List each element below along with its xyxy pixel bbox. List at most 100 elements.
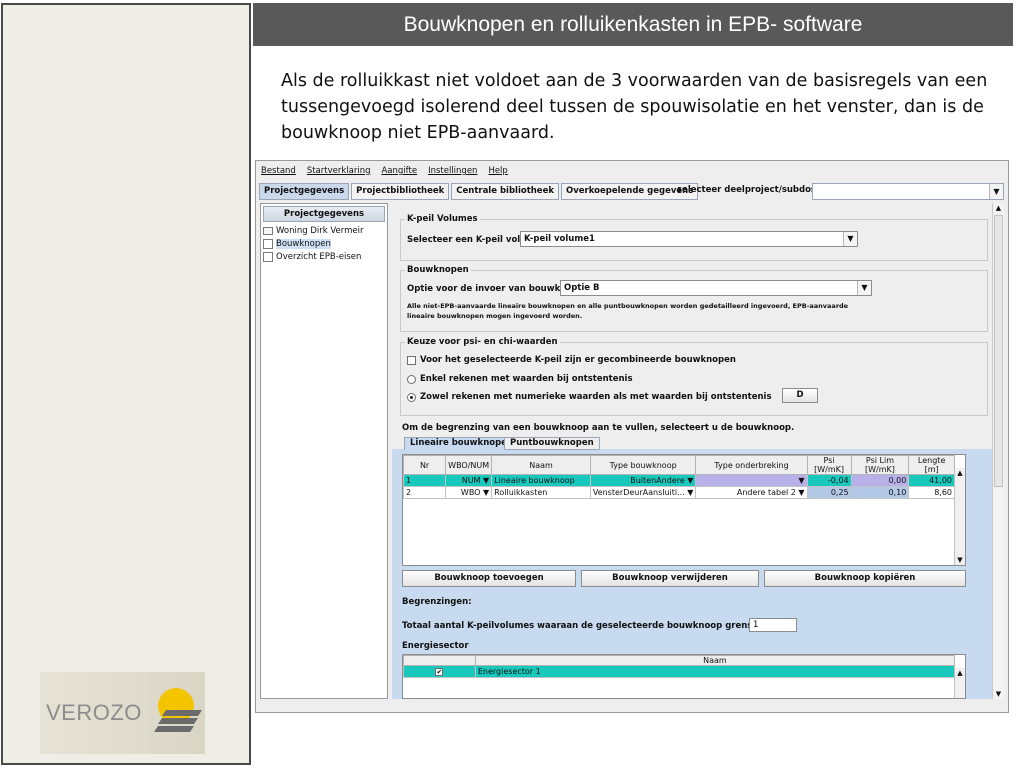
- radio-enkel-row[interactable]: Enkel rekenen met waarden bij ontstenten…: [407, 374, 633, 384]
- cell-wbo-num[interactable]: WBO ▼: [445, 486, 493, 499]
- chevron-down-icon[interactable]: ▼: [798, 476, 804, 485]
- energie-header-row: Naam: [403, 655, 956, 666]
- scroll-down-icon[interactable]: ▼: [993, 689, 1004, 699]
- radio-enkel-label: Enkel rekenen met waarden bij ontstenten…: [420, 374, 633, 384]
- tree-item-woning[interactable]: Woning Dirk Vermeir: [261, 224, 387, 237]
- col-naam[interactable]: Naam: [491, 455, 591, 475]
- bouwknopen-group: Bouwknopen Optie voor de invoer van bouw…: [400, 265, 988, 332]
- radio-enkel[interactable]: [407, 374, 416, 384]
- gecombineerd-checkbox-row[interactable]: Voor het geselecteerde K-peil zijn er ge…: [407, 355, 736, 365]
- chevron-down-icon[interactable]: ▼: [857, 281, 871, 295]
- col-check: [403, 655, 476, 666]
- cell-check[interactable]: ✔: [403, 665, 476, 678]
- cell-wbo-num[interactable]: NUM ▼: [445, 474, 493, 487]
- cell-naam[interactable]: Lineaire bouwknoop: [491, 474, 591, 487]
- cell-naam[interactable]: Rolluikkasten: [491, 486, 591, 499]
- tree-item-label: Woning Dirk Vermeir: [276, 225, 364, 236]
- cell-type-bouwknoop[interactable]: VensterDeurAansluiti... ▼: [589, 486, 697, 499]
- table-row[interactable]: 1 NUM ▼ Lineaire bouwknoop BuitenAndere …: [403, 474, 955, 487]
- menu-help[interactable]: Help: [488, 166, 507, 176]
- cell-lengte[interactable]: 41,00: [908, 474, 955, 487]
- check-icon[interactable]: ✔: [435, 668, 444, 676]
- menu-bestand[interactable]: Bestand: [261, 166, 296, 176]
- tree-item-label: Bouwknopen: [276, 238, 331, 249]
- cell-type-onderbreking[interactable]: Andere tabel 2 ▼: [695, 486, 808, 499]
- cell-psi[interactable]: 0,25: [806, 486, 852, 499]
- cell-type-bouwknoop-value: BuitenAndere: [630, 476, 685, 485]
- radio-zowel-row[interactable]: Zowel rekenen met numerieke waarden als …: [407, 392, 772, 402]
- tree-header[interactable]: Projectgegevens: [263, 206, 385, 222]
- energie-scrollbar[interactable]: ▲: [954, 668, 965, 698]
- menu-aangifte[interactable]: Aangifte: [381, 166, 417, 176]
- cell-psi-lim: 0,10: [850, 486, 910, 499]
- invoer-select[interactable]: Optie B ▼: [560, 280, 872, 296]
- cell-type-bouwknoop-value: VensterDeurAansluiti...: [592, 488, 685, 497]
- epb-software-window: Bestand Startverklaring Aangifte Instell…: [255, 160, 1009, 713]
- chevron-down-icon[interactable]: ▼: [687, 476, 693, 485]
- scroll-thumb[interactable]: [994, 215, 1003, 487]
- col-type-onderbreking[interactable]: Type onderbreking: [695, 455, 808, 475]
- scroll-up-icon[interactable]: ▲: [955, 668, 965, 678]
- tree-item-bouwknopen[interactable]: Bouwknopen: [261, 237, 387, 250]
- col-lengte[interactable]: Lengte [m]: [908, 455, 955, 475]
- chevron-down-icon[interactable]: ▼: [483, 488, 489, 497]
- energiesector-table: Naam ✔ Energiesector 1 ▲: [402, 654, 966, 699]
- tab-puntbouwknopen[interactable]: Puntbouwknopen: [504, 437, 600, 450]
- cell-type-onderbreking[interactable]: ▼: [695, 474, 808, 487]
- tab-centrale-bibliotheek[interactable]: Centrale bibliotheek: [451, 182, 559, 200]
- instruction-text: Om de begrenzing van een bouwknoop aan t…: [402, 423, 795, 433]
- tab-projectbibliotheek[interactable]: Projectbibliotheek: [351, 182, 450, 200]
- cell-type-bouwknoop[interactable]: BuitenAndere ▼: [589, 474, 697, 487]
- document-icon: [263, 251, 273, 262]
- slide-title: Bouwknopen en rolluikenkasten in EPB- so…: [253, 3, 1013, 46]
- chevron-down-icon[interactable]: ▼: [798, 488, 804, 497]
- table-scrollbar[interactable]: ▲ ▼: [954, 468, 965, 565]
- menu-instellingen[interactable]: Instellingen: [428, 166, 477, 176]
- cell-lengte[interactable]: 8,60: [908, 486, 955, 499]
- left-panel: [1, 3, 251, 765]
- radio-zowel[interactable]: [407, 392, 416, 402]
- intro-paragraph: Als de rolluikkast niet voldoet aan de 3…: [281, 71, 988, 143]
- folder-icon: [263, 226, 273, 235]
- tab-projectgegevens[interactable]: Projectgegevens: [259, 182, 350, 200]
- chevron-down-icon[interactable]: ▼: [989, 184, 1003, 199]
- kpeil-select[interactable]: K-peil volume1 ▼: [520, 231, 858, 247]
- kpeil-group-title: K-peil Volumes: [405, 214, 480, 224]
- col-psi[interactable]: Psi [W/mK]: [806, 455, 852, 475]
- bouwknoop-verwijderen-button[interactable]: Bouwknoop verwijderen: [581, 570, 759, 587]
- totaal-field[interactable]: 1: [749, 618, 797, 632]
- keuze-group: Keuze voor psi- en chi-waarden Voor het …: [400, 337, 988, 416]
- invoer-note: Alle niet-EPB-aanvaarde lineaire bouwkno…: [407, 302, 849, 320]
- table-row[interactable]: ✔ Energiesector 1: [403, 665, 956, 678]
- bouwknoop-kopieren-button[interactable]: Bouwknoop kopiëren: [764, 570, 966, 587]
- table-header-row: Nr WBO/NUM Naam Type bouwknoop Type onde…: [403, 455, 955, 475]
- table-row[interactable]: 2 WBO ▼ Rolluikkasten VensterDeurAanslui…: [403, 486, 955, 499]
- col-type-bouwknoop[interactable]: Type bouwknoop: [589, 455, 697, 475]
- begrenzingen-label: Begrenzingen:: [402, 597, 472, 607]
- keuze-group-title: Keuze voor psi- en chi-waarden: [405, 337, 560, 347]
- cell-nr: 1: [403, 474, 447, 487]
- scroll-down-icon[interactable]: ▼: [955, 555, 965, 565]
- tab-lineaire-bouwknopen[interactable]: Lineaire bouwknopen: [404, 437, 519, 450]
- main-scrollbar[interactable]: ▲ ▼: [992, 203, 1004, 699]
- chevron-down-icon[interactable]: ▼: [483, 476, 489, 485]
- scroll-up-icon[interactable]: ▲: [993, 203, 1004, 213]
- cell-wbo-num-value: WBO: [460, 488, 481, 497]
- tree-item-label: Overzicht EPB-eisen: [276, 251, 362, 262]
- bouwknoop-toevoegen-button[interactable]: Bouwknoop toevoegen: [402, 570, 576, 587]
- d-button[interactable]: D: [782, 388, 818, 403]
- col-psi-lim[interactable]: Psi Lim [W/mK]: [850, 455, 910, 475]
- subdossier-select[interactable]: ▼: [812, 183, 1004, 200]
- col-energie-naam[interactable]: Naam: [474, 655, 956, 666]
- scroll-up-icon[interactable]: ▲: [955, 468, 965, 478]
- project-tree: Projectgegevens Woning Dirk Vermeir Bouw…: [260, 203, 388, 699]
- chevron-down-icon[interactable]: ▼: [843, 232, 857, 246]
- chevron-down-icon[interactable]: ▼: [687, 488, 693, 497]
- cell-psi[interactable]: -0,04: [806, 474, 852, 487]
- col-wbo-num[interactable]: WBO/NUM: [445, 455, 493, 475]
- tree-item-overzicht[interactable]: Overzicht EPB-eisen: [261, 250, 387, 263]
- gecombineerd-checkbox[interactable]: [407, 355, 416, 365]
- col-nr[interactable]: Nr: [403, 455, 447, 475]
- totaal-label: Totaal aantal K-peilvolumes waaraan de g…: [402, 621, 760, 631]
- menu-startverklaring[interactable]: Startverklaring: [307, 166, 371, 176]
